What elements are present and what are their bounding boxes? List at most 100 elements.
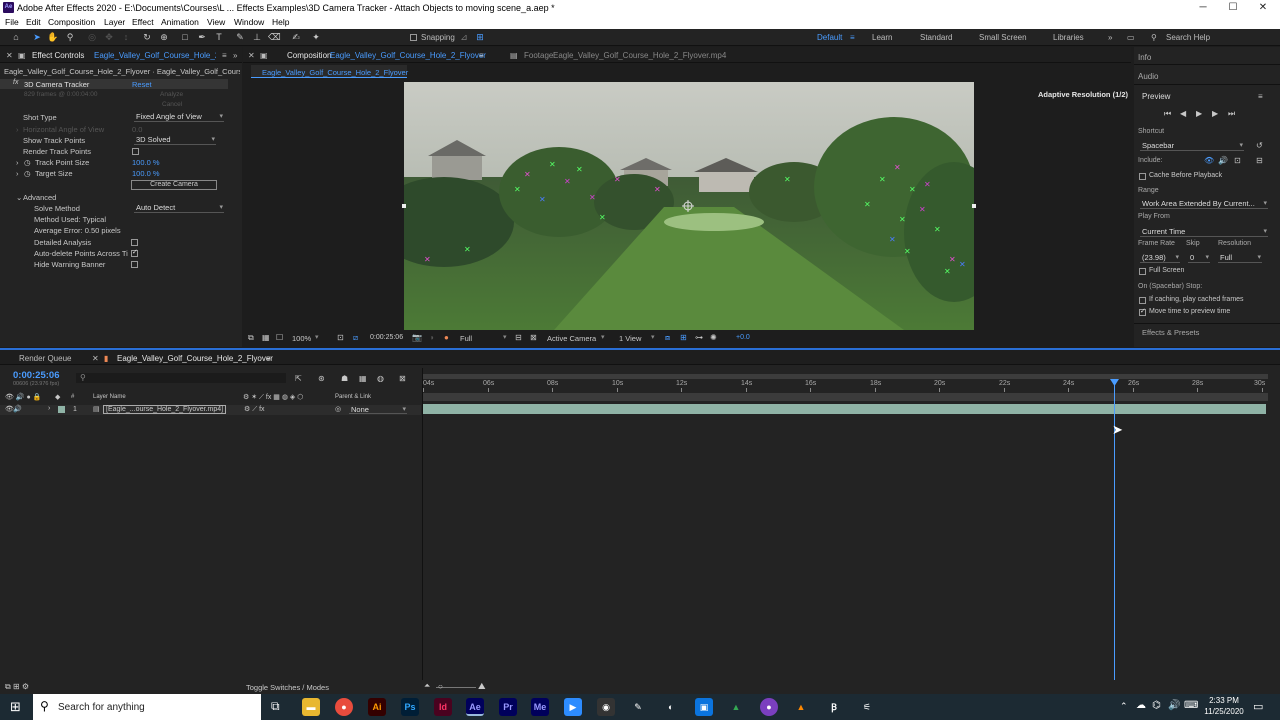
eraser-tool-icon[interactable]: ⌫ — [268, 31, 281, 43]
vlc-icon[interactable]: ▲ — [792, 698, 810, 716]
composition-viewer[interactable]: ✕ ✕ ✕ ✕ ✕ ✕ ✕ ✕ ✕ ✕ ✕ ✕ ✕ ✕ ✕ ✕ ✕ ✕ ✕ ✕ … — [404, 82, 974, 330]
transparency-grid-icon[interactable]: ⧄ — [353, 333, 358, 343]
tab-composition[interactable]: Composition — [287, 51, 331, 60]
effect-controls-layer[interactable]: Eagle_Valley_Golf_Course_Hole_2_F — [94, 51, 216, 60]
time-ruler[interactable]: 04s 06s 08s 10s 12s 14s 16s 18s 20s 22s 24s 26s 28s 3… — [423, 380, 1268, 392]
viewer-handle-right[interactable] — [972, 204, 976, 208]
workspace-standard[interactable]: Standard — [920, 33, 952, 42]
stopwatch-icon[interactable]: ◷ — [24, 158, 31, 167]
after-effects-icon[interactable]: Ae — [466, 698, 484, 716]
acrobat-icon[interactable]: ⚟ — [858, 698, 876, 716]
effects-presets-tab[interactable]: Effects & Presets — [1142, 328, 1199, 337]
zoom-dropdown-arrow-icon[interactable]: ▾ — [315, 333, 319, 341]
move-time-checkbox[interactable] — [1139, 307, 1146, 316]
hand-tool-icon[interactable]: ✋ — [47, 31, 59, 43]
include-audio-icon[interactable]: 🔊 — [1218, 156, 1228, 165]
full-screen-checkbox[interactable] — [1139, 268, 1146, 275]
snap-option-icon[interactable]: ⊿ — [458, 31, 470, 43]
snap-grid-icon[interactable]: ⊞ — [474, 31, 486, 43]
panel-menu-icon[interactable]: ≡ — [222, 51, 227, 60]
preview-panel-tab[interactable]: Preview — [1142, 92, 1170, 101]
create-camera-button[interactable]: Create Camera — [131, 180, 217, 190]
windows-start-icon[interactable]: ⊞ — [10, 699, 21, 715]
if-caching-checkbox[interactable] — [1139, 297, 1146, 304]
obs-icon[interactable]: ◉ — [597, 698, 615, 716]
cancel-button[interactable]: Cancel — [162, 101, 182, 108]
draft-3d-icon[interactable]: ⊛ — [318, 374, 325, 383]
task-view-icon[interactable]: ⧉ — [271, 699, 280, 714]
3d-ground-icon[interactable]: ▦ — [262, 333, 270, 342]
layer-switches-icon[interactable]: ⚙ ⟋ fx — [244, 405, 265, 414]
workspace-more-icon[interactable]: » — [1108, 33, 1112, 42]
composition-name[interactable]: Eagle_Valley_Golf_Course_Hole_2_Flyover — [330, 51, 486, 60]
layer-search-input[interactable]: ⚲ — [76, 373, 286, 383]
google-drive-icon[interactable]: ▲ — [727, 698, 745, 716]
zoom-out-icon[interactable]: ⏶ — [424, 681, 430, 691]
tab-footage[interactable]: Footage — [524, 51, 553, 60]
rectangle-tool-icon[interactable]: □ — [179, 31, 191, 43]
workspace-menu-icon[interactable]: ≡ — [850, 33, 855, 42]
workspace-learn[interactable]: Learn — [872, 33, 892, 42]
orbit-tool-icon[interactable]: ◎ — [86, 31, 98, 43]
next-frame-icon[interactable]: ▶ — [1212, 109, 1218, 118]
include-layer-controls-icon[interactable]: ⊟ — [1256, 156, 1263, 165]
anchor-tool-icon[interactable]: ⊕ — [158, 31, 170, 43]
views-dropdown-arrow-icon[interactable]: ▾ — [651, 333, 655, 341]
timeline-current-time[interactable]: 0:00:25:06 — [13, 370, 59, 381]
hide-warning-checkbox[interactable] — [131, 261, 138, 268]
clock-time[interactable]: 2:33 PM — [1202, 696, 1246, 705]
flowchart-icon[interactable]: ⊶ — [695, 333, 703, 342]
panel-menu-icon[interactable]: ≡ — [479, 51, 484, 60]
premiere-icon[interactable]: Pr — [499, 698, 517, 716]
last-frame-icon[interactable]: ⏭ — [1228, 109, 1235, 119]
frame-rate-dropdown[interactable]: (23.98) — [1140, 253, 1180, 263]
type-tool-icon[interactable]: T — [213, 31, 225, 43]
minimize-button[interactable]: ─ — [1188, 0, 1218, 16]
table-row[interactable]: 👁 🔊 › 1 ▤ [Eagle_...ourse_Hole_2_Flyover… — [0, 405, 421, 415]
expand-arrow-icon[interactable]: › — [16, 125, 19, 134]
close-button[interactable]: ✕ — [1248, 0, 1278, 16]
expand-switches-icon[interactable]: ⧉ ⊞ ⚙ — [5, 682, 29, 692]
expand-arrow-icon[interactable]: › — [16, 169, 19, 178]
file-explorer-icon[interactable]: ▬ — [302, 698, 320, 716]
include-video-icon[interactable]: 👁 — [1204, 156, 1214, 165]
timeline-icon[interactable]: ⊞ — [680, 333, 687, 342]
pickwhip-icon[interactable]: ◎ — [335, 405, 341, 413]
analyze-button[interactable]: Analyze — [160, 91, 183, 98]
tab-effect-controls[interactable]: Effect Controls — [32, 51, 84, 60]
tab-timeline-comp[interactable]: Eagle_Valley_Golf_Course_Hole_2_Flyover — [117, 354, 273, 363]
calculator-icon[interactable]: ▣ — [695, 698, 713, 716]
clone-stamp-icon[interactable]: ⊥ — [251, 31, 263, 43]
maximize-button[interactable]: ☐ — [1218, 0, 1248, 16]
auto-delete-checkbox[interactable] — [131, 248, 138, 257]
info-panel-tab[interactable]: Info — [1138, 53, 1151, 62]
menu-animation[interactable]: Animation — [161, 17, 199, 27]
indesign-icon[interactable]: Id — [434, 698, 452, 716]
rotate-tool-icon[interactable]: ↻ — [141, 31, 153, 43]
chrome-icon[interactable]: ● — [335, 698, 353, 716]
expand-arrow-icon[interactable]: › — [48, 405, 50, 412]
pen-app-icon[interactable]: ✎ — [629, 698, 647, 716]
motion-blur-icon[interactable]: ◍ — [377, 374, 384, 383]
volume-icon[interactable]: 🔊 — [1168, 700, 1180, 711]
clock-date[interactable]: 11/25/2020 — [1202, 707, 1246, 716]
tray-expand-icon[interactable]: ⌃ — [1120, 701, 1128, 712]
roto-brush-icon[interactable]: ✍ — [290, 31, 302, 43]
work-area-bar[interactable] — [423, 374, 1268, 379]
effect-name[interactable]: 3D Camera Tracker — [24, 80, 89, 89]
resolution-dropdown-arrow-icon[interactable]: ▾ — [503, 333, 507, 341]
shortcut-dropdown[interactable]: Spacebar — [1140, 141, 1244, 151]
menu-effect[interactable]: Effect — [132, 17, 154, 27]
brush-tool-icon[interactable]: ✎ — [234, 31, 246, 43]
advanced-label[interactable]: Advanced — [23, 193, 56, 202]
pen-tool-icon[interactable]: ✒ — [196, 31, 208, 43]
target-size-value[interactable]: 100.0 % — [132, 169, 160, 178]
show-track-points-dropdown[interactable]: 3D Solved — [134, 135, 216, 145]
close-tab-icon[interactable]: ✕ — [248, 51, 255, 60]
reset-icon[interactable]: ↺ — [1256, 141, 1263, 150]
mask-visibility-icon[interactable]: ☐ — [276, 333, 283, 342]
range-dropdown[interactable]: Work Area Extended By Current... — [1140, 199, 1268, 209]
layer-duration-bar[interactable] — [423, 404, 1266, 414]
close-tab-icon[interactable]: ✕ — [92, 354, 99, 363]
panel-expand-icon[interactable]: » — [233, 51, 237, 60]
